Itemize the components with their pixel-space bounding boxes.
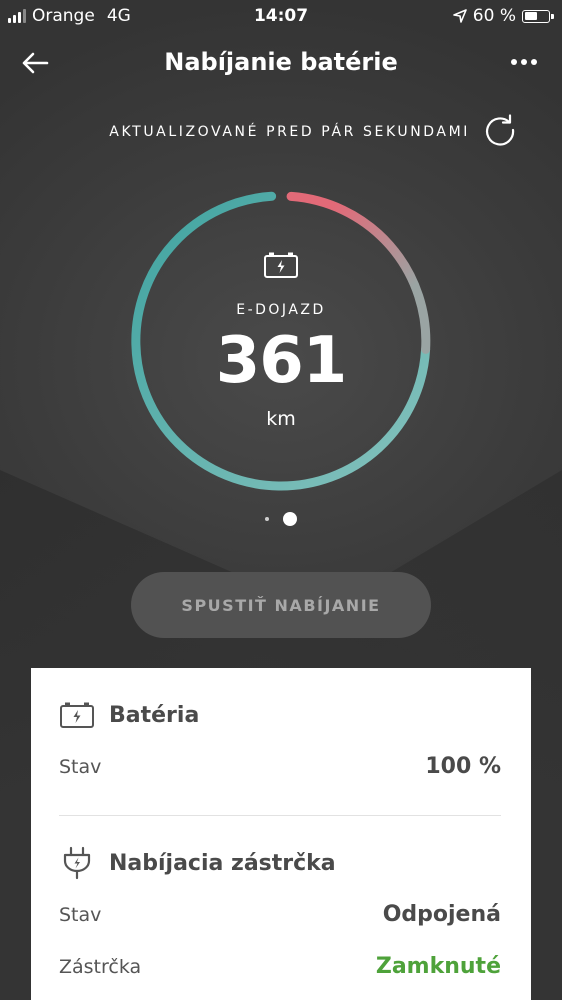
plug-status-value: Odpojená [382, 902, 501, 927]
plug-section-header: Nabíjacia zástrčka [59, 846, 336, 880]
refresh-button[interactable] [482, 112, 518, 148]
status-bar: Orange 4G 14:07 60 % [0, 0, 562, 32]
battery-section-title: Batéria [109, 702, 200, 728]
more-icon [521, 59, 527, 65]
range-gauge: E-DOJAZD 361 km [124, 184, 438, 498]
row-label: Zástrčka [59, 955, 142, 978]
plug-lock-row: Zástrčka Zamknuté [59, 954, 501, 979]
page-dot-active[interactable] [283, 512, 297, 526]
plug-section-title: Nabíjacia zástrčka [109, 850, 336, 876]
more-options-button[interactable] [506, 52, 542, 72]
row-label: Stav [59, 755, 102, 778]
page-title: Nabíjanie batérie [164, 48, 398, 76]
row-label: Stav [59, 903, 102, 926]
more-icon [531, 59, 537, 65]
battery-section-header: Batéria [59, 700, 199, 730]
battery-icon [522, 9, 554, 23]
plug-icon [63, 846, 91, 880]
battery-level-value: 100 % [425, 754, 501, 779]
battery-percent: 60 % [472, 6, 516, 26]
battery-icon [60, 702, 94, 728]
range-value: 361 [215, 324, 348, 398]
arrow-left-icon [22, 52, 49, 74]
more-icon [511, 59, 517, 65]
start-charging-button[interactable]: SPUSTIŤ NABÍJANIE [131, 572, 431, 638]
range-label: E-DOJAZD [236, 302, 326, 318]
battery-charging-icon [263, 251, 299, 279]
update-status: AKTUALIZOVANÉ PRED PÁR SEKUNDAMI [0, 112, 562, 148]
divider [59, 815, 501, 816]
back-button[interactable] [20, 48, 56, 78]
plug-status-row: Stav Odpojená [59, 902, 501, 927]
refresh-icon [486, 114, 515, 146]
update-status-text: AKTUALIZOVANÉ PRED PÁR SEKUNDAMI [109, 124, 470, 140]
header: Nabíjanie batérie [0, 40, 562, 86]
page-dot[interactable] [265, 517, 269, 521]
range-unit: km [266, 408, 296, 430]
details-card: Batéria Stav 100 % Nabíjacia zástrčka St… [31, 668, 531, 1000]
page-indicator [0, 512, 562, 526]
location-icon [452, 9, 467, 23]
plug-lock-value: Zamknuté [375, 954, 501, 979]
battery-status-row: Stav 100 % [59, 754, 501, 779]
